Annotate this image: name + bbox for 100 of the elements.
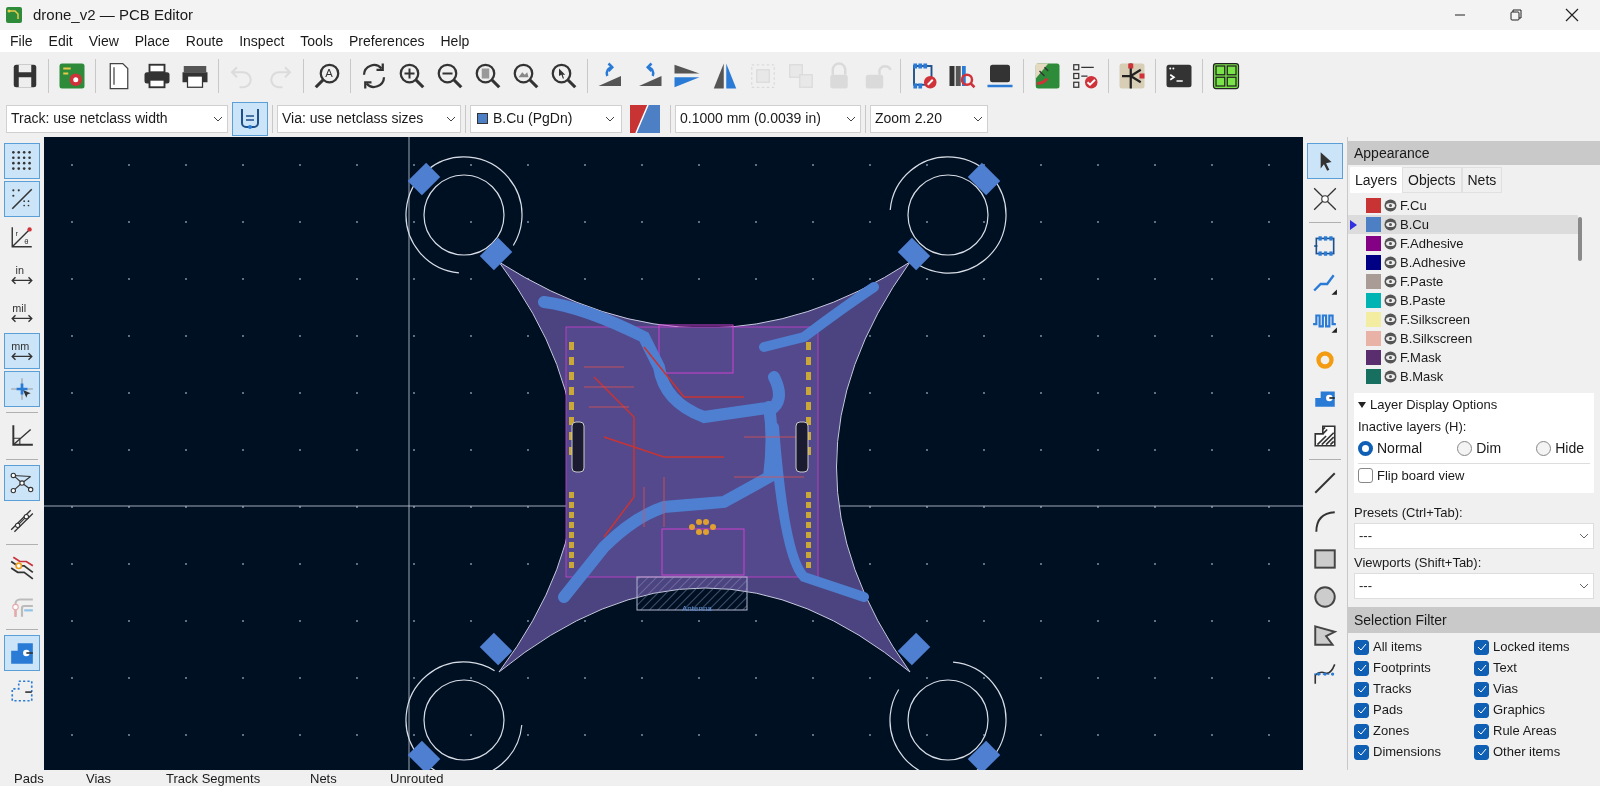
layer-row[interactable]: F.Mask (1348, 348, 1578, 367)
track-width-dropdown[interactable]: Track: use netclass width (6, 104, 228, 133)
layer-row[interactable]: B.Cu (1348, 215, 1578, 234)
eye-icon[interactable] (1384, 237, 1397, 250)
panel-tab[interactable]: Objects (1402, 167, 1462, 193)
layer-row[interactable]: F.Silkscreen (1348, 310, 1578, 329)
presets-label: Presets (Ctrl+Tab): (1354, 504, 1464, 522)
eye-icon[interactable] (1384, 313, 1397, 326)
layer-color-swatch[interactable] (1366, 217, 1381, 232)
eye-icon[interactable] (1384, 256, 1397, 269)
grid-dots-icon[interactable] (4, 143, 40, 179)
menu-item[interactable]: Route (177, 29, 232, 53)
menu-item[interactable]: Place (126, 29, 178, 53)
checkbox[interactable] (1474, 744, 1489, 760)
eye-icon[interactable] (1384, 218, 1397, 231)
layer-row[interactable]: B.Paste (1348, 291, 1578, 310)
zoom-dropdown[interactable]: Zoom 2.20 (870, 104, 988, 133)
layer-name: F.Mask (1400, 348, 1442, 367)
menu-item[interactable]: Tools (292, 29, 341, 53)
layer-color-swatch[interactable] (1366, 293, 1381, 308)
menu-item[interactable]: View (80, 29, 127, 53)
viewports-dropdown[interactable]: --- (1354, 573, 1594, 599)
chevron-down-icon[interactable] (1579, 583, 1589, 589)
caret-down-icon[interactable] (1358, 402, 1366, 408)
radio-button[interactable] (1536, 440, 1552, 456)
eye-icon[interactable] (1384, 294, 1397, 307)
via-size-dropdown[interactable]: Via: use netclass sizes (277, 104, 461, 133)
layer-dropdown[interactable]: B.Cu (PgDn) (470, 104, 622, 133)
radio-label: Hide (1555, 438, 1584, 458)
layer-color-swatch[interactable] (1366, 274, 1381, 289)
presets-dropdown[interactable]: --- (1354, 523, 1594, 549)
chevron-down-icon[interactable] (213, 115, 223, 122)
checkbox[interactable] (1358, 468, 1373, 483)
checkbox[interactable] (1474, 681, 1489, 697)
eye-icon[interactable] (1384, 351, 1397, 364)
layer-color-swatch[interactable] (1366, 350, 1381, 365)
checkbox-label: Pads (1373, 701, 1403, 720)
chevron-down-icon[interactable] (605, 115, 615, 122)
layer-color-swatch[interactable] (1366, 198, 1381, 213)
window-title: drone_v2 — PCB Editor (33, 4, 194, 25)
checkbox[interactable] (1354, 723, 1369, 739)
antenna-label: Antenna (682, 603, 712, 615)
checkbox[interactable] (1474, 660, 1489, 676)
section-toggle[interactable]: Layer Display Options (1358, 393, 1590, 417)
layer-color-swatch[interactable] (1366, 331, 1381, 346)
layer-row[interactable]: B.Adhesive (1348, 253, 1578, 272)
mm-units-icon[interactable]: mm (4, 333, 40, 369)
menu-item[interactable]: Inspect (231, 29, 293, 53)
panel-tab[interactable]: Layers (1350, 167, 1403, 193)
eye-icon[interactable] (1384, 199, 1397, 212)
auto-width-toggle[interactable] (232, 101, 268, 136)
status-label: Pads (14, 771, 45, 786)
layer-row[interactable]: F.Cu (1348, 196, 1578, 215)
panel-tab[interactable]: Nets (1461, 167, 1503, 193)
layer-color-swatch[interactable] (1366, 255, 1381, 270)
chevron-down-icon[interactable] (973, 115, 983, 122)
restore-icon[interactable] (1510, 9, 1522, 21)
menu-item[interactable]: Edit (40, 29, 81, 53)
ratsnest-icon[interactable] (4, 465, 40, 501)
pointer-icon[interactable] (1307, 143, 1343, 179)
menu-item[interactable]: File (2, 29, 41, 53)
checkbox[interactable] (1354, 702, 1369, 718)
menu-item[interactable]: Help (432, 29, 478, 53)
close-icon[interactable] (1565, 8, 1579, 22)
checkbox[interactable] (1474, 702, 1489, 718)
checkmark-icon (1476, 643, 1487, 651)
eye-icon[interactable] (1384, 370, 1397, 383)
grid-diagonal-icon[interactable] (4, 181, 40, 217)
checkmark-icon (1356, 748, 1367, 756)
checkbox[interactable] (1474, 723, 1489, 739)
panel-header: Selection Filter (1348, 607, 1600, 633)
layer-row[interactable]: B.Silkscreen (1348, 329, 1578, 348)
chevron-down-icon[interactable] (446, 115, 456, 122)
menu-item[interactable]: Preferences (341, 29, 433, 53)
radio-button[interactable] (1457, 440, 1473, 456)
layer-row[interactable]: F.Adhesive (1348, 234, 1578, 253)
checkbox[interactable] (1354, 639, 1369, 655)
layer-pair-icon[interactable] (630, 104, 660, 133)
checkbox[interactable] (1354, 681, 1369, 697)
layer-color-swatch[interactable] (1366, 312, 1381, 327)
chevron-down-icon[interactable] (1579, 533, 1589, 539)
eye-icon[interactable] (1384, 275, 1397, 288)
crosshair-cursor-icon[interactable] (4, 371, 40, 407)
layer-row[interactable]: F.Paste (1348, 272, 1578, 291)
layer-name: F.Paste (1400, 272, 1444, 291)
grid-dropdown[interactable]: 0.1000 mm (0.0039 in) (675, 104, 861, 133)
layer-name: B.Mask (1400, 367, 1444, 386)
checkbox-label: Dimensions (1373, 743, 1441, 762)
scrollbar[interactable] (1578, 217, 1582, 261)
layer-color-swatch[interactable] (1366, 236, 1381, 251)
checkbox[interactable] (1354, 744, 1369, 760)
checkbox[interactable] (1474, 639, 1489, 655)
checkbox-label: Flip board view (1377, 466, 1465, 485)
layer-row[interactable]: B.Mask (1348, 367, 1578, 386)
checkbox[interactable] (1354, 660, 1369, 676)
chevron-down-icon[interactable] (846, 115, 856, 122)
eye-icon[interactable] (1384, 332, 1397, 345)
radio-button[interactable] (1358, 440, 1373, 456)
filled-zone-icon[interactable] (4, 635, 40, 671)
layer-color-swatch[interactable] (1366, 369, 1381, 384)
